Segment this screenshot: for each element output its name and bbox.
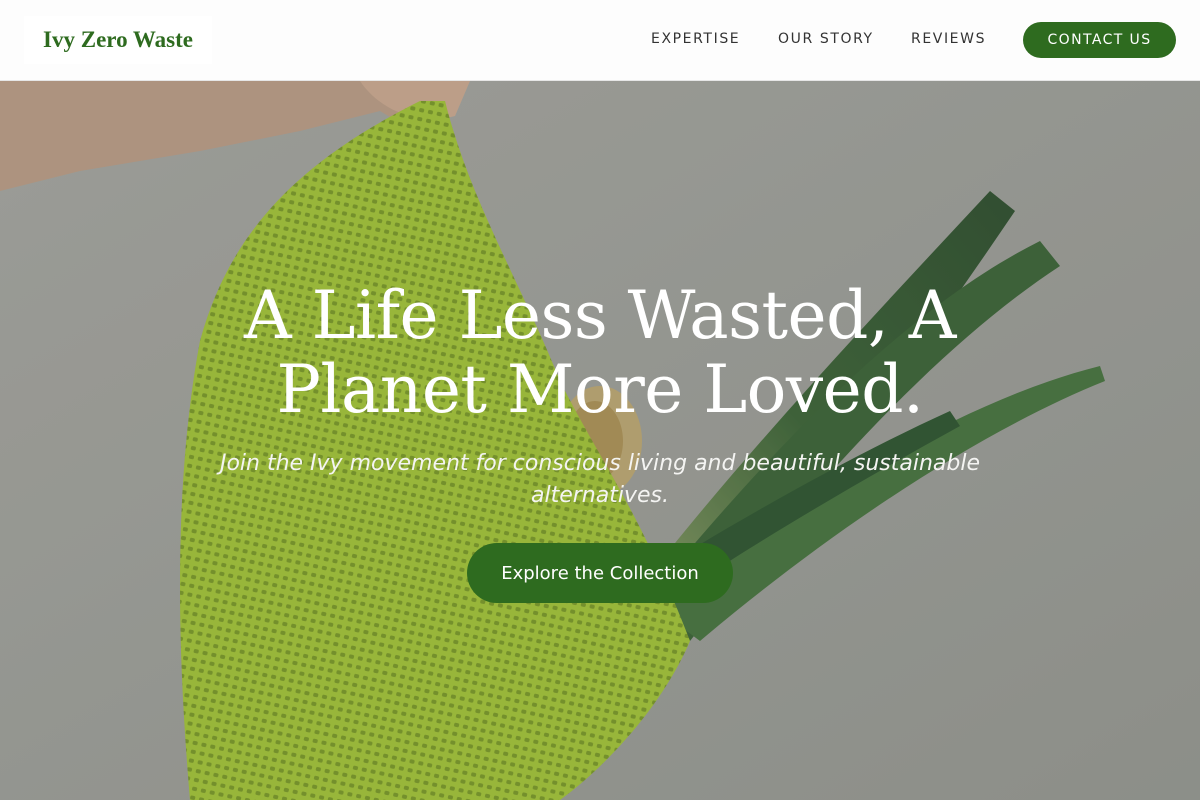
logo[interactable]: Ivy Zero Waste bbox=[24, 16, 212, 64]
hero-subtitle: Join the Ivy movement for conscious livi… bbox=[219, 451, 981, 508]
nav-link-our-story[interactable]: OUR STORY bbox=[778, 31, 874, 47]
nav-link-expertise[interactable]: EXPERTISE bbox=[651, 31, 740, 47]
contact-us-button[interactable]: CONTACT US bbox=[1023, 22, 1176, 58]
hero-overlay bbox=[0, 81, 1200, 800]
nav-link-reviews[interactable]: REVIEWS bbox=[911, 31, 986, 47]
explore-collection-button[interactable]: Explore the Collection bbox=[467, 543, 733, 603]
hero-section: A Life Less Wasted, A Planet More Loved.… bbox=[0, 81, 1200, 800]
hero-headline: A Life Less Wasted, A Planet More Loved. bbox=[244, 277, 956, 428]
site-header: Ivy Zero Waste EXPERTISE OUR STORY REVIE… bbox=[0, 0, 1200, 81]
